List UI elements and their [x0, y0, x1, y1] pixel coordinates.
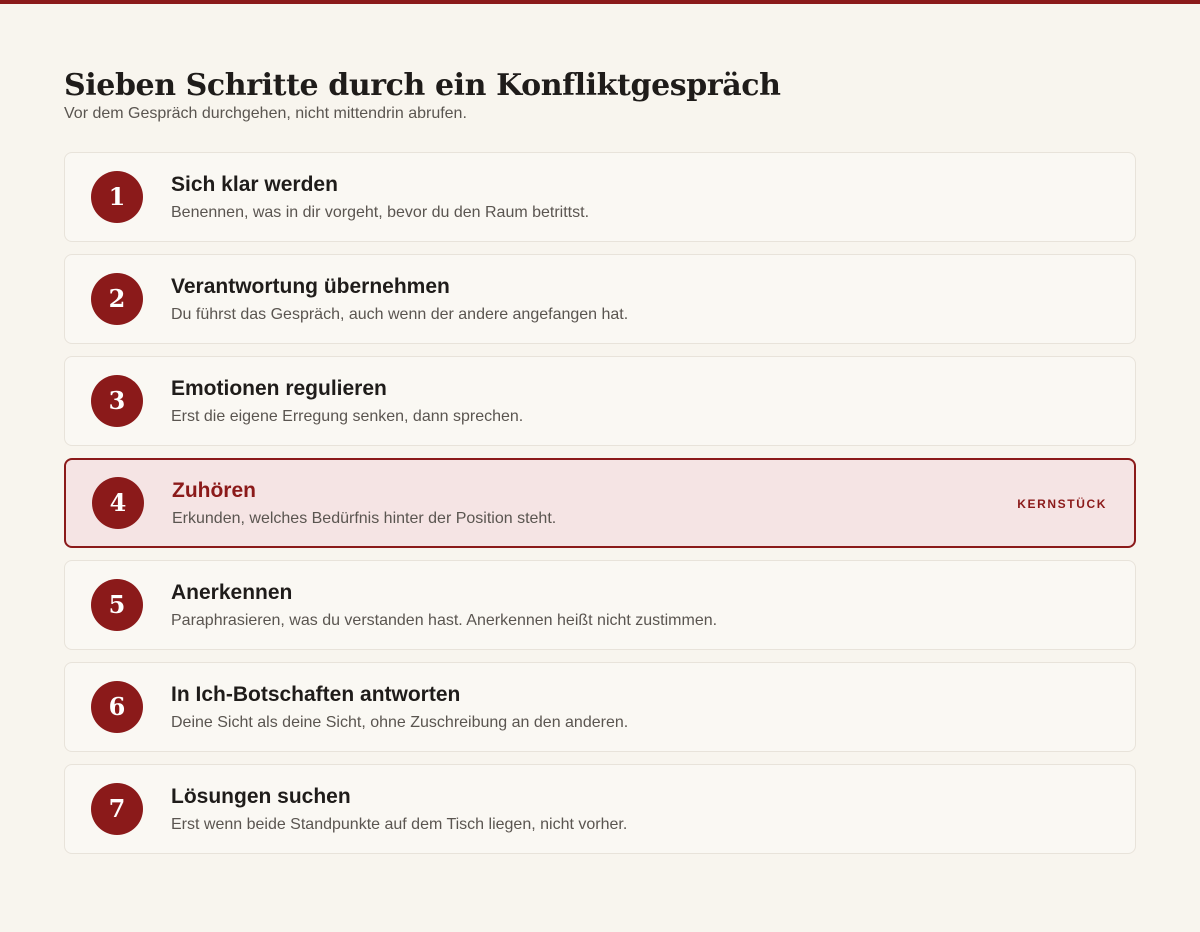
step-title: Anerkennen	[171, 581, 293, 604]
step-description: Erkunden, welches Bedürfnis hinter der P…	[172, 510, 557, 527]
step-number-badge: 2	[91, 273, 143, 325]
step-title: Lösungen suchen	[171, 785, 351, 808]
step-card-1: 1 Sich klar werden Benennen, was in dir …	[64, 152, 1136, 242]
key-step-tag: KERNSTÜCK	[1017, 497, 1107, 511]
step-card-5: 5 Anerkennen Paraphrasieren, was du vers…	[64, 560, 1136, 650]
step-title: Zuhören	[172, 479, 256, 502]
page-title: Sieben Schritte durch ein Konfliktgesprä…	[64, 68, 781, 103]
step-card-3: 3 Emotionen regulieren Erst die eigene E…	[64, 356, 1136, 446]
step-number-badge: 6	[91, 681, 143, 733]
step-card-4: 4 Zuhören Erkunden, welches Bedürfnis hi…	[64, 458, 1136, 548]
step-title: Sich klar werden	[171, 173, 338, 196]
step-card-6: 6 In Ich-Botschaften antworten Deine Sic…	[64, 662, 1136, 752]
page-header: Sieben Schritte durch ein Konfliktgesprä…	[64, 68, 781, 124]
step-card-7: 7 Lösungen suchen Erst wenn beide Standp…	[64, 764, 1136, 854]
step-title: Emotionen regulieren	[171, 377, 387, 400]
step-number-badge: 1	[91, 171, 143, 223]
step-title: In Ich-Botschaften antworten	[171, 683, 461, 706]
step-description: Paraphrasieren, was du verstanden hast. …	[171, 612, 718, 629]
top-accent-bar	[0, 0, 1200, 4]
step-title: Verantwortung übernehmen	[171, 275, 450, 298]
step-description: Du führst das Gespräch, auch wenn der an…	[171, 306, 629, 323]
steps-list: 1 Sich klar werden Benennen, was in dir …	[64, 152, 1136, 866]
page-subtitle: Vor dem Gespräch durchgehen, nicht mitte…	[64, 105, 467, 122]
step-card-2: 2 Verantwortung übernehmen Du führst das…	[64, 254, 1136, 344]
step-description: Deine Sicht als deine Sicht, ohne Zuschr…	[171, 714, 629, 731]
step-number-badge: 3	[91, 375, 143, 427]
step-number-badge: 7	[91, 783, 143, 835]
step-description: Erst die eigene Erregung senken, dann sp…	[171, 408, 524, 425]
step-number-badge: 5	[91, 579, 143, 631]
step-number-badge: 4	[92, 477, 144, 529]
step-description: Erst wenn beide Standpunkte auf dem Tisc…	[171, 816, 628, 833]
step-description: Benennen, was in dir vorgeht, bevor du d…	[171, 204, 590, 221]
